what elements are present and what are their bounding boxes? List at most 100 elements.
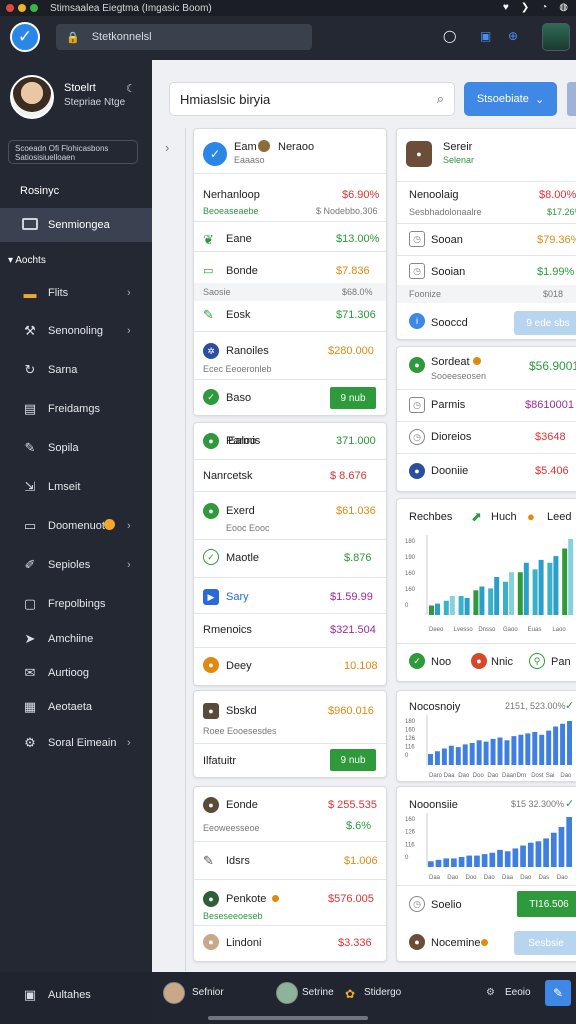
search-icon[interactable]: ⌕	[437, 91, 444, 107]
row-sub: Sesbhadolonaalre	[409, 207, 482, 217]
bottom-item[interactable]: Sefnior	[192, 987, 224, 998]
sidebar-item-2[interactable]: ↻ Sarna	[0, 356, 152, 384]
sidebar-item-label: Amchiine	[48, 633, 94, 645]
chart1-y-tick: 160	[405, 571, 416, 577]
chart3-x-tick: Dao	[557, 875, 569, 881]
chart3-bar	[428, 861, 434, 867]
content-search-input[interactable]: Hmiaslsic biryia ⌕	[169, 82, 455, 116]
chart2-bar	[448, 745, 454, 765]
chart3-x-tick: Dao	[447, 875, 459, 881]
row-label: Lindoni	[226, 937, 262, 949]
circle-icon[interactable]: ◯	[443, 29, 456, 43]
chart3-bar	[504, 851, 511, 867]
chart1-bar-b	[464, 597, 470, 615]
moon-icon[interactable]: ☾	[126, 82, 136, 95]
sidebar-item-8[interactable]: ▢ Frepolbings	[0, 590, 152, 618]
send-icon: ➤	[24, 631, 36, 646]
chart2-x-tick: Drn	[517, 773, 527, 779]
sidebar-item-label: Aurtioog	[48, 667, 89, 679]
nav-heading[interactable]: Rosinyc	[20, 185, 59, 197]
app-logo[interactable]: ✓	[10, 22, 40, 52]
close-dot[interactable]	[6, 4, 14, 12]
briefcase-icon: ▭	[23, 518, 37, 533]
minimize-dot[interactable]	[18, 4, 26, 12]
profile-name: Stoelrt	[64, 82, 96, 94]
sidebar-item-5[interactable]: ⇲ Lmseit	[0, 473, 152, 501]
compose-button[interactable]: ✎	[545, 980, 571, 1006]
secondary-button[interactable]	[567, 82, 576, 116]
lock-icon: 🔒	[66, 31, 80, 44]
maximize-dot[interactable]	[30, 4, 38, 12]
top-search-input[interactable]: 🔒 Stetkonnelsl	[56, 24, 312, 50]
chart1-bar-b	[494, 577, 500, 615]
collapse-chevron-icon[interactable]: ›	[165, 140, 169, 155]
chart3-bar	[543, 838, 549, 867]
refresh-icon: ↻	[24, 362, 36, 377]
sidebar-item-12[interactable]: ⚙ Soral Eimeain ›	[0, 729, 152, 757]
chart2-bar	[553, 726, 559, 765]
sidebar-active-label: Senmiongea	[48, 219, 110, 231]
sidebar-item-0[interactable]: ▬ Flits ›	[0, 279, 152, 307]
avatar[interactable]	[163, 982, 185, 1004]
row-value: $3.336	[338, 937, 372, 949]
chart2-bar	[434, 751, 440, 765]
calendar-icon: ▦	[23, 699, 37, 714]
sidebar-item-10[interactable]: ✉ Aurtioog	[0, 659, 152, 687]
sidebar-item-7[interactable]: ✐ Sepioles ›	[0, 551, 152, 579]
chart3-y-tick: 126	[405, 830, 416, 836]
card-title: Eam	[234, 141, 257, 153]
card-payments: ● Eonde $ 255.535 Eeoweesseoe $.6% ✎ Ids…	[193, 786, 387, 962]
action-button[interactable]: 9 nub	[330, 749, 376, 771]
sidebar-item-1[interactable]: ⚒ Senonoling ›	[0, 317, 152, 345]
card-title: Sordeat	[431, 356, 470, 368]
globe-icon[interactable]: ⊕	[508, 29, 518, 43]
action-button[interactable]: TI16.506	[517, 891, 576, 917]
sidebar-item-label: Aeotaeta	[48, 701, 93, 713]
avatar: ●	[203, 934, 219, 950]
row-value: $ 8.676	[330, 470, 367, 482]
sidebar-item-11[interactable]: ▦ Aeotaeta	[0, 693, 152, 721]
clock-icon: ◷	[409, 263, 425, 279]
row-value-2: $.6%	[346, 820, 372, 832]
user-avatar[interactable]	[542, 23, 570, 51]
profile-avatar[interactable]	[10, 75, 54, 119]
row-label: Dooniie	[431, 465, 469, 477]
sidebar-footer-label: Aultahes	[48, 989, 91, 1001]
bottom-item[interactable]: Setrine	[302, 987, 334, 998]
chart3-x-tick: Doo	[466, 875, 478, 881]
chart-2-svg: 1801601261160Daro Daa Dao Doo Dao Daan Drn Dost…	[405, 715, 572, 779]
row-sub: Eooc Eooc	[226, 523, 270, 533]
chart2-bar	[441, 748, 447, 765]
top-search-value: Stetkonnelsl	[91, 31, 152, 43]
sidebar-item-6[interactable]: ▭ Doomenuot ›	[0, 512, 152, 540]
action-button[interactable]: 9 ede sbs	[514, 311, 576, 335]
legend-label: Leed	[547, 511, 572, 523]
sidebar-section[interactable]: ▾ Aochts	[8, 255, 46, 266]
profile-badge[interactable]: Scoeadn Ofi Flohicasbons Satiosisiuelloa…	[8, 140, 138, 164]
chart1-bar-a	[562, 548, 568, 615]
action-button[interactable]: Sesbsie	[514, 931, 576, 955]
chart1-bar-b	[435, 603, 440, 615]
chart1-y-tick: 190	[405, 555, 416, 561]
chart2-bar	[490, 738, 496, 765]
row-label: Eonde	[226, 799, 258, 811]
chart3-x-tick: Daa	[429, 875, 441, 881]
sidebar-item-3[interactable]: ▤ Freidamgs	[0, 395, 152, 423]
bottom-item[interactable]: Stidergo	[364, 987, 401, 998]
sidebar-footer-item[interactable]: ▣ Aultahes	[0, 981, 152, 1009]
chart1-bar-a	[517, 572, 523, 615]
row-label: Foonize	[409, 289, 442, 299]
camera-icon[interactable]: ▣	[480, 29, 491, 43]
chart-value: $15 32.300%	[511, 799, 565, 809]
action-button-label: 9 ede sbs	[526, 317, 570, 329]
sidebar-item-9[interactable]: ➤ Amchiine	[0, 625, 152, 653]
chart1-bar-a	[503, 581, 508, 615]
bottom-item[interactable]: Eeoio	[505, 987, 531, 998]
sidebar-item-4[interactable]: ✎ Sopila	[0, 434, 152, 462]
chart1-x-tick: Gaoo	[503, 627, 518, 633]
primary-dropdown-button[interactable]: Stsoebiate ⌄	[464, 82, 557, 116]
row-sub: Beoeaseaebe	[203, 206, 259, 216]
action-button[interactable]: 9 nub	[330, 387, 376, 409]
avatar[interactable]	[276, 982, 298, 1004]
row-value: $79.36%	[537, 234, 576, 246]
